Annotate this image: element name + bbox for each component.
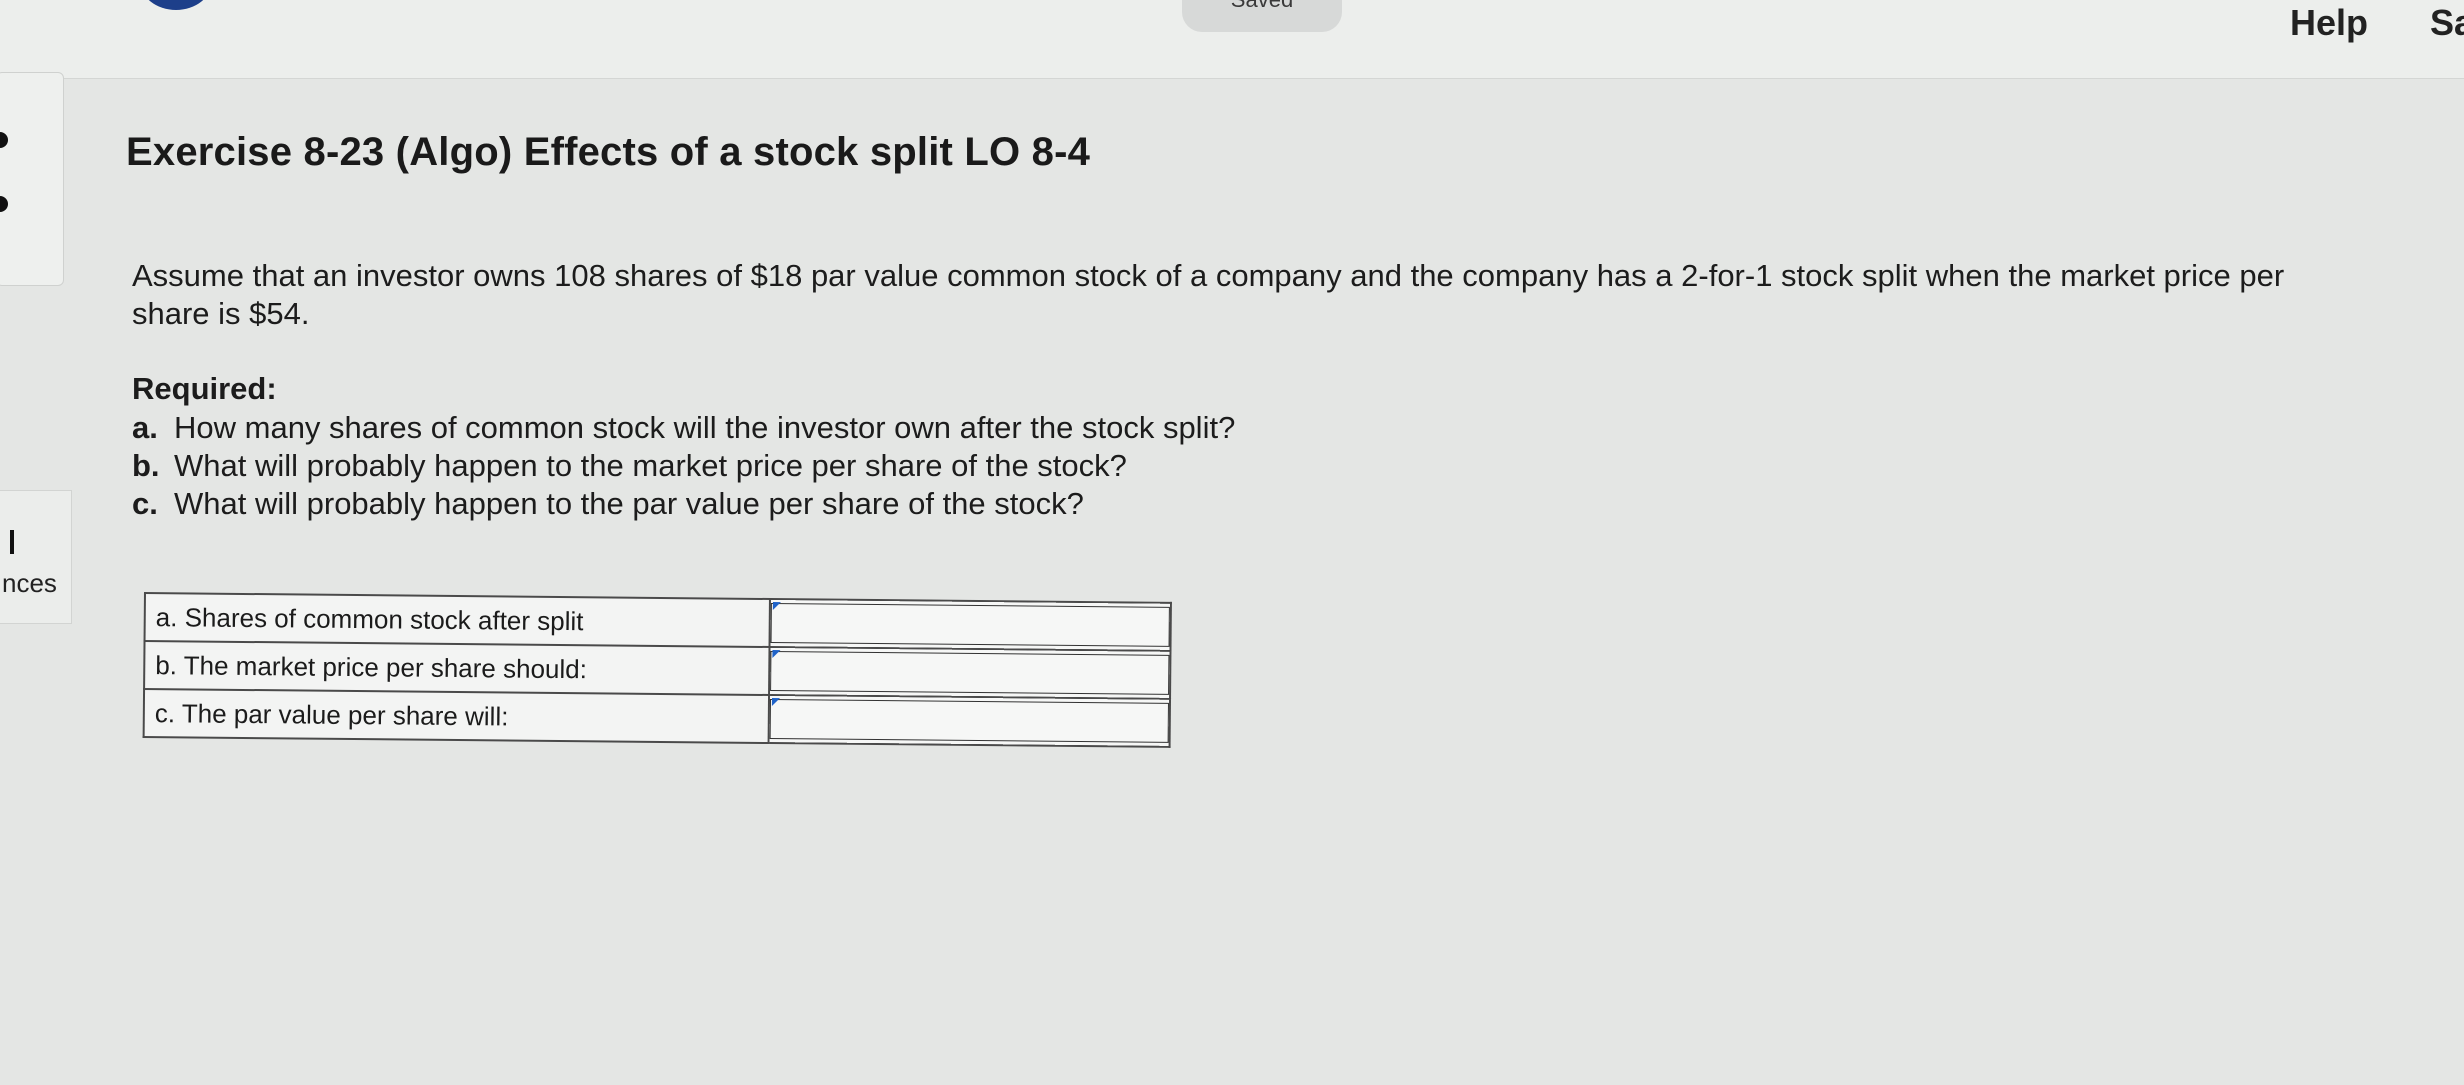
answer-cell-market-price[interactable] (768, 647, 1171, 699)
answer-cell-par-value[interactable] (768, 695, 1171, 747)
exercise-prompt: Assume that an investor owns 108 shares … (132, 258, 2285, 331)
input-marker-icon (772, 602, 781, 611)
answer-label-market-price: b. The market price per share should: (144, 641, 770, 696)
saved-status-badge: Saved (1182, 0, 1342, 32)
requirements-list: a. How many shares of common stock will … (132, 409, 2366, 523)
answer-table: a. Shares of common stock after split b.… (142, 592, 1172, 748)
requirement-letter: b. (132, 448, 160, 483)
requirement-item: b. What will probably happen to the mark… (132, 447, 2366, 485)
brand-logo (140, 0, 212, 10)
requirement-item: a. How many shares of common stock will … (132, 409, 2366, 447)
help-button[interactable]: Help (2290, 2, 2368, 44)
references-panel[interactable] (0, 490, 72, 624)
required-heading: Required: (132, 371, 277, 406)
par-value-dropdown[interactable] (769, 699, 1169, 743)
requirement-text: How many shares of common stock will the… (174, 410, 1236, 445)
requirement-item: c. What will probably happen to the par … (132, 485, 2366, 523)
input-marker-icon (772, 650, 781, 659)
requirement-letter: a. (132, 410, 158, 445)
requirement-text: What will probably happen to the par val… (174, 486, 1084, 521)
table-row: c. The par value per share will: (143, 689, 1171, 747)
top-bar: Saved Help Sa (0, 0, 2464, 79)
input-marker-icon (771, 698, 780, 707)
references-label[interactable]: nces (2, 568, 57, 599)
market-price-dropdown[interactable] (769, 651, 1170, 695)
requirement-text: What will probably happen to the market … (174, 448, 1127, 483)
requirement-letter: c. (132, 486, 158, 521)
exercise-content: Exercise 8-23 (Algo) Effects of a stock … (126, 130, 2366, 523)
exercise-title: Exercise 8-23 (Algo) Effects of a stock … (126, 130, 1091, 174)
shares-after-split-input[interactable] (770, 603, 1170, 647)
side-panel-navigation[interactable] (0, 72, 64, 286)
save-exit-button[interactable]: Sa (2430, 2, 2464, 44)
references-icon (10, 530, 14, 554)
answer-cell-shares[interactable] (769, 599, 1171, 651)
answer-label-par-value: c. The par value per share will: (143, 689, 769, 744)
answer-label-shares: a. Shares of common stock after split (144, 593, 770, 648)
